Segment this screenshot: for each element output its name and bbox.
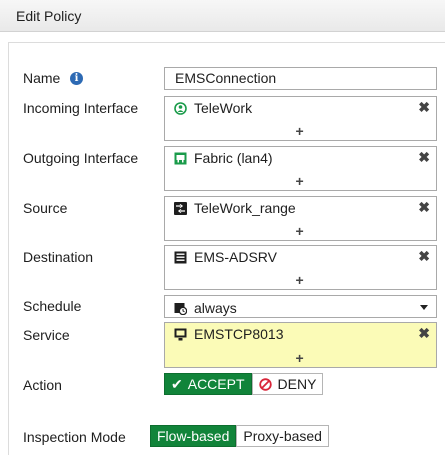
address-range-icon bbox=[174, 201, 187, 215]
service-field[interactable]: EMSTCP8013 ✖ + bbox=[164, 322, 437, 368]
add-destination-button[interactable]: + bbox=[296, 272, 304, 288]
incoming-interface-entry[interactable]: TeleWork bbox=[174, 100, 252, 116]
name-label: Name bbox=[23, 70, 61, 86]
outgoing-interface-value: Fabric (lan4) bbox=[194, 150, 273, 166]
inspection-mode-toggle: Flow-based Proxy-based bbox=[150, 425, 329, 447]
destination-field[interactable]: EMS-ADSRV ✖ + bbox=[164, 245, 437, 290]
proxy-based-button[interactable]: Proxy-based bbox=[236, 425, 329, 447]
outgoing-interface-field[interactable]: Fabric (lan4) ✖ + bbox=[164, 146, 437, 191]
deny-label: DENY bbox=[277, 376, 317, 392]
action-toggle: ✔ ACCEPT DENY bbox=[164, 373, 324, 395]
remove-source-icon[interactable]: ✖ bbox=[418, 200, 430, 214]
info-icon[interactable]: i bbox=[70, 72, 83, 85]
service-label: Service bbox=[23, 327, 70, 343]
remove-service-icon[interactable]: ✖ bbox=[418, 326, 430, 340]
destination-value: EMS-ADSRV bbox=[194, 249, 277, 265]
deny-button[interactable]: DENY bbox=[251, 373, 324, 395]
add-outgoing-button[interactable]: + bbox=[296, 173, 304, 189]
source-entry[interactable]: TeleWork_range bbox=[174, 200, 296, 216]
schedule-value: always bbox=[194, 300, 237, 316]
outgoing-interface-entry[interactable]: Fabric (lan4) bbox=[174, 150, 273, 166]
chevron-down-icon[interactable] bbox=[420, 305, 428, 310]
wan-interface-icon bbox=[174, 101, 187, 115]
accept-button[interactable]: ✔ ACCEPT bbox=[164, 373, 252, 395]
dialog-title: Edit Policy bbox=[16, 8, 82, 24]
port-icon bbox=[174, 152, 187, 165]
action-label: Action bbox=[23, 377, 62, 393]
destination-entry[interactable]: EMS-ADSRV bbox=[174, 249, 277, 265]
add-service-button[interactable]: + bbox=[296, 350, 304, 366]
source-value: TeleWork_range bbox=[194, 200, 296, 216]
flow-based-button[interactable]: Flow-based bbox=[150, 425, 237, 447]
incoming-interface-value: TeleWork bbox=[194, 100, 253, 116]
name-input[interactable]: EMSConnection bbox=[164, 67, 437, 90]
incoming-interface-label: Incoming Interface bbox=[23, 100, 139, 116]
add-incoming-button[interactable]: + bbox=[296, 123, 304, 139]
dialog-header: Edit Policy bbox=[0, 0, 445, 32]
schedule-entry: always bbox=[174, 300, 237, 316]
accept-label: ACCEPT bbox=[187, 376, 245, 392]
service-icon bbox=[174, 328, 187, 341]
deny-icon bbox=[258, 377, 272, 391]
service-value: EMSTCP8013 bbox=[194, 326, 284, 342]
service-entry[interactable]: EMSTCP8013 bbox=[174, 326, 283, 342]
incoming-interface-field[interactable]: TeleWork ✖ + bbox=[164, 96, 437, 141]
remove-outgoing-icon[interactable]: ✖ bbox=[418, 150, 430, 164]
outgoing-interface-label: Outgoing Interface bbox=[23, 150, 139, 166]
source-field[interactable]: TeleWork_range ✖ + bbox=[164, 196, 437, 241]
add-source-button[interactable]: + bbox=[296, 223, 304, 239]
remove-incoming-icon[interactable]: ✖ bbox=[418, 100, 430, 114]
schedule-clock-icon bbox=[174, 302, 188, 315]
source-label: Source bbox=[23, 200, 68, 216]
inspection-mode-label: Inspection Mode bbox=[23, 429, 126, 445]
schedule-label: Schedule bbox=[23, 298, 82, 314]
server-address-icon bbox=[174, 251, 187, 264]
destination-label: Destination bbox=[23, 249, 94, 265]
remove-destination-icon[interactable]: ✖ bbox=[418, 249, 430, 263]
schedule-select[interactable]: always bbox=[164, 295, 437, 318]
name-input-value: EMSConnection bbox=[175, 70, 277, 86]
check-icon: ✔ bbox=[171, 375, 183, 392]
